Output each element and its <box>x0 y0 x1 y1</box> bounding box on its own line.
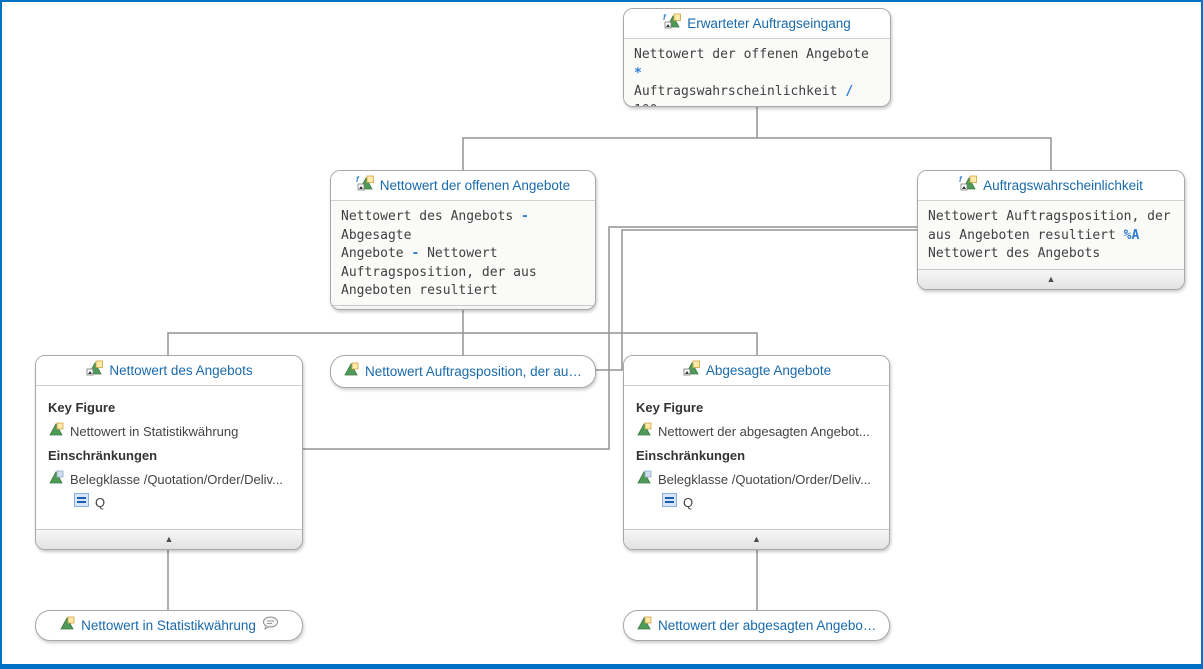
diagram-canvas: f Erwarteter Auftragseingang Nettowert d… <box>0 0 1203 669</box>
node-title: Nettowert des Angebots <box>109 363 252 378</box>
collapse-arrow-icon[interactable]: ▲ <box>752 535 761 544</box>
equals-operator-icon <box>662 492 677 514</box>
restriction-item[interactable]: Belegklasse /Quotation/Order/Deliv... <box>636 468 879 492</box>
collapse-arrow-icon[interactable]: ▲ <box>1047 275 1056 284</box>
formula-operator: %A <box>1124 228 1140 243</box>
formula-operator: / <box>845 84 853 99</box>
formula-operand: Nettowert der offenen Angebote <box>634 47 877 62</box>
svg-text:f: f <box>959 175 963 184</box>
calculated-key-figure-icon: f <box>663 13 681 34</box>
restriction-value-row: Q <box>48 492 292 514</box>
node-body: Key Figure Nettowert der abgesagten Ange… <box>624 386 889 529</box>
key-figure-icon <box>48 420 64 444</box>
node-header[interactable]: f Nettowert der offenen Angebote <box>331 171 595 201</box>
node-net-value-order-item[interactable]: Nettowert Auftragsposition, der aus ... <box>330 355 596 388</box>
restrictions-section-label: Einschränkungen <box>48 444 292 468</box>
node-header[interactable]: Abgesagte Angebote <box>624 356 889 386</box>
node-title: Abgesagte Angebote <box>706 363 831 378</box>
node-title: Auftragswahrscheinlichkeit <box>983 178 1143 193</box>
collapse-footer[interactable]: ▲ <box>918 269 1184 289</box>
equals-operator-icon <box>74 492 89 514</box>
collapse-footer[interactable]: ▲ <box>331 305 595 311</box>
key-figure-icon <box>636 616 652 635</box>
restriction-value: Q <box>683 492 693 514</box>
key-figure-item[interactable]: Nettowert in Statistikwährung <box>48 420 292 444</box>
node-title: Nettowert der abgesagten Angebots... <box>658 618 877 633</box>
formula-operand: Auftragswahrscheinlichkeit <box>634 84 845 99</box>
collapse-arrow-icon[interactable]: ▲ <box>165 535 174 544</box>
node-order-probability: f Auftragswahrscheinlichkeit Nettowert A… <box>917 170 1185 290</box>
node-body: Nettowert der offenen Angebote * Auftrag… <box>624 39 890 107</box>
restriction-value: Q <box>95 492 105 514</box>
node-header[interactable]: f Erwarteter Auftragseingang <box>624 9 890 39</box>
collapse-footer[interactable]: ▲ <box>624 529 889 549</box>
formula-text: Nettowert Auftragsposition, der aus Ange… <box>928 208 1174 264</box>
comment-icon[interactable] <box>262 616 279 635</box>
diagram-frame: f Erwarteter Auftragseingang Nettowert d… <box>0 0 1203 669</box>
node-body: Nettowert des Angebots - Abgesagte Angeb… <box>331 201 595 305</box>
formula-text: Nettowert der offenen Angebote * Auftrag… <box>634 46 880 107</box>
restricted-key-figure-icon <box>85 360 103 381</box>
svg-text:f: f <box>663 13 667 22</box>
node-title: Nettowert in Statistikwährung <box>81 618 256 633</box>
restriction-value-row: Q <box>636 492 879 514</box>
node-title: Nettowert Auftragsposition, der aus ... <box>365 364 583 379</box>
node-header[interactable]: f Auftragswahrscheinlichkeit <box>918 171 1184 201</box>
node-net-value-rejected-quotations[interactable]: Nettowert der abgesagten Angebots... <box>623 610 890 641</box>
connector-lines <box>0 0 1203 669</box>
node-body: Nettowert Auftragsposition, der aus Ange… <box>918 201 1184 269</box>
key-figure-icon <box>59 616 75 635</box>
key-figure-item[interactable]: Nettowert der abgesagten Angebot... <box>636 420 879 444</box>
svg-text:f: f <box>356 175 360 184</box>
restriction-name: Belegklasse /Quotation/Order/Deliv... <box>658 468 871 492</box>
key-figure-icon <box>343 362 359 381</box>
key-figure-icon <box>636 420 652 444</box>
node-net-value-quotation: Nettowert des Angebots Key Figure Nettow… <box>35 355 303 550</box>
node-title: Erwarteter Auftragseingang <box>687 16 851 31</box>
node-rejected-quotations: Abgesagte Angebote Key Figure Nettowert … <box>623 355 890 550</box>
key-figure-name: Nettowert in Statistikwährung <box>70 420 238 444</box>
key-figure-section-label: Key Figure <box>48 396 292 420</box>
formula-text: Nettowert des Angebots - Abgesagte Angeb… <box>341 208 585 301</box>
node-expected-order-intake: f Erwarteter Auftragseingang Nettowert d… <box>623 8 891 107</box>
calculated-key-figure-icon: f <box>959 175 977 196</box>
node-title: Nettowert der offenen Angebote <box>380 178 570 193</box>
node-net-value-open-quotations: f Nettowert der offenen Angebote Nettowe… <box>330 170 596 310</box>
formula-operator: * <box>634 66 642 81</box>
restriction-item[interactable]: Belegklasse /Quotation/Order/Deliv... <box>48 468 292 492</box>
formula-operand: Nettowert des Angebots <box>341 209 521 224</box>
key-figure-name: Nettowert der abgesagten Angebot... <box>658 420 870 444</box>
restriction-name: Belegklasse /Quotation/Order/Deliv... <box>70 468 283 492</box>
connector-openquotes-to-level3 <box>168 310 757 355</box>
connector-root-to-level2 <box>463 107 1051 170</box>
collapse-footer[interactable]: ▲ <box>36 529 302 549</box>
restrictions-section-label: Einschränkungen <box>636 444 879 468</box>
key-figure-section-label: Key Figure <box>636 396 879 420</box>
calculated-key-figure-icon: f <box>356 175 374 196</box>
restricted-key-figure-icon <box>682 360 700 381</box>
formula-operator: - <box>521 209 529 224</box>
restriction-icon <box>636 468 652 492</box>
restriction-icon <box>48 468 64 492</box>
node-header[interactable]: Nettowert des Angebots <box>36 356 302 386</box>
node-body: Key Figure Nettowert in Statistikwährung… <box>36 386 302 529</box>
node-net-value-statistics-currency[interactable]: Nettowert in Statistikwährung <box>35 610 303 641</box>
formula-operand: Nettowert des Angebots <box>928 246 1100 261</box>
